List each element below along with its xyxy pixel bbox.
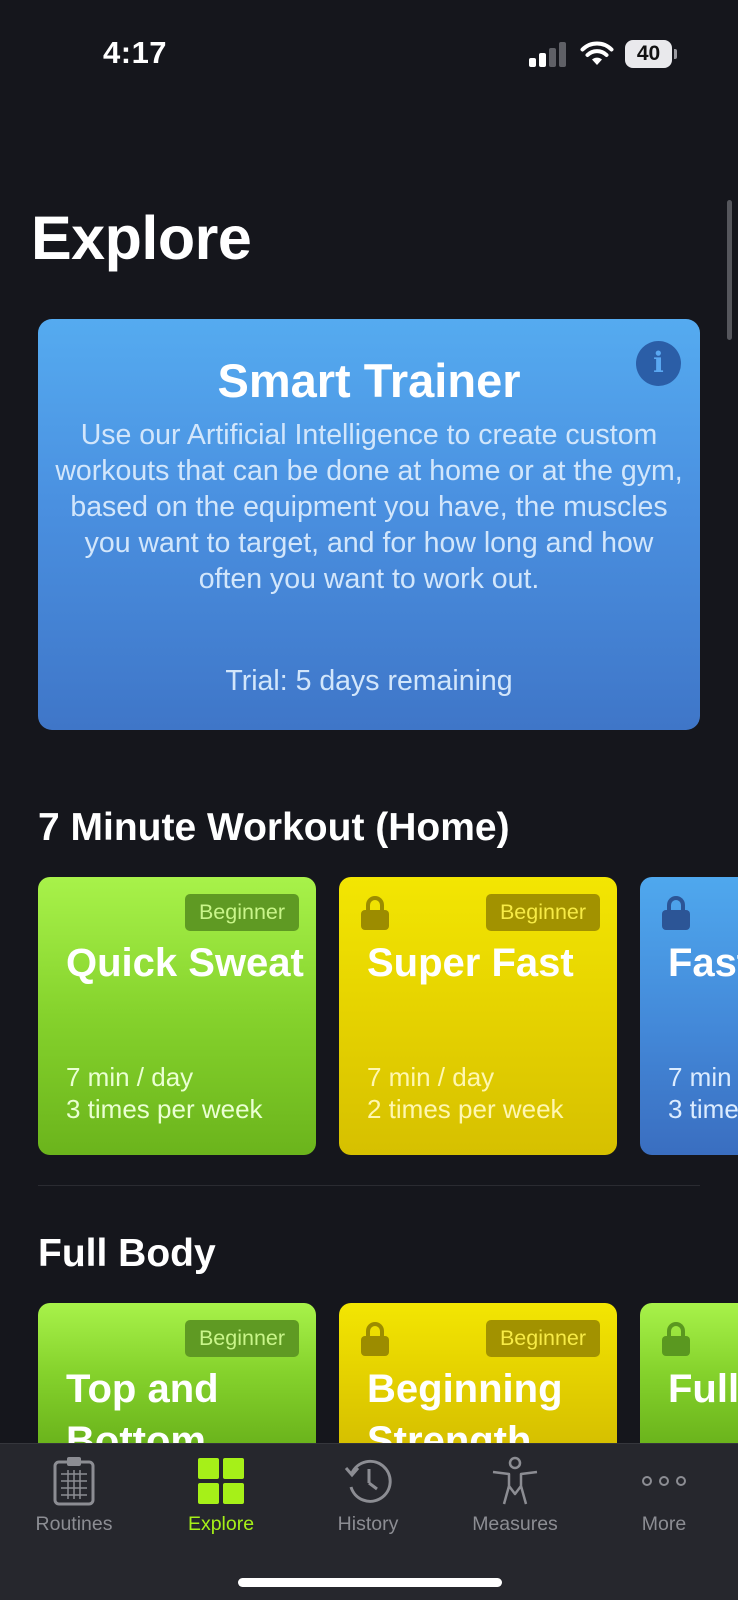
workout-card-super-fast[interactable]: Beginner Super Fast 7 min / day 2 times … xyxy=(339,877,617,1155)
body-figure-icon xyxy=(492,1456,538,1505)
signal-icon xyxy=(529,41,567,67)
workout-frequency: 2 times per week xyxy=(367,1094,564,1124)
tab-label: Explore xyxy=(187,1513,255,1535)
scroll-indicator[interactable] xyxy=(727,200,732,340)
status-time: 4:17 xyxy=(103,35,168,70)
workout-title: Full xyxy=(668,1367,738,1411)
smart-trainer-description: Use our Artificial Intelligence to creat… xyxy=(55,419,683,595)
ellipsis-icon xyxy=(642,1476,686,1486)
battery-level: 40 xyxy=(625,40,672,68)
clock-history-icon xyxy=(344,1459,392,1503)
workout-card-full[interactable]: Full xyxy=(640,1303,738,1443)
lock-icon xyxy=(662,896,690,930)
workout-schedule: 7 min / day 2 times per week xyxy=(367,1061,564,1125)
home-indicator[interactable] xyxy=(238,1578,502,1587)
tab-history[interactable]: History xyxy=(294,1444,442,1554)
tab-label: History xyxy=(337,1513,399,1535)
workout-title: Quick Sweat xyxy=(66,941,304,985)
workout-duration: 7 min / day xyxy=(668,1062,738,1092)
tab-label: Measures xyxy=(472,1513,558,1535)
workout-title: Beginning Strength xyxy=(367,1367,563,1443)
grid-icon xyxy=(198,1458,244,1504)
smart-trainer-title: Smart Trainer xyxy=(217,354,521,407)
tab-bar: Routines Explore History Measures More xyxy=(0,1443,738,1600)
workout-title: Fast Intense xyxy=(668,941,738,985)
section-title-full-body: Full Body xyxy=(38,1232,216,1275)
tab-explore[interactable]: Explore xyxy=(147,1444,295,1554)
battery-icon: 40 xyxy=(625,40,677,68)
wifi-icon xyxy=(580,41,614,65)
tab-more[interactable]: More xyxy=(590,1444,738,1554)
workout-title: Super Fast xyxy=(367,941,574,985)
smart-trainer-card[interactable]: Smart Trainer Use our Artificial Intelli… xyxy=(38,319,700,730)
status-bar: 4:17 40 xyxy=(0,0,738,110)
level-badge: Beginner xyxy=(486,1320,600,1357)
tab-measures[interactable]: Measures xyxy=(441,1444,589,1554)
page-title: Explore xyxy=(31,204,252,272)
lock-icon xyxy=(361,1322,389,1356)
tab-label: More xyxy=(641,1513,687,1535)
tab-routines[interactable]: Routines xyxy=(0,1444,148,1554)
workout-duration: 7 min / day xyxy=(367,1062,495,1092)
section-divider xyxy=(38,1185,700,1186)
tab-label: Routines xyxy=(35,1513,113,1535)
workout-frequency: 3 times per week xyxy=(66,1094,263,1124)
lock-icon xyxy=(361,896,389,930)
workout-schedule: 7 min / day 3 times per week xyxy=(66,1061,263,1125)
workout-card-top-and-bottom[interactable]: Beginner Top and Bottom xyxy=(38,1303,316,1443)
workout-duration: 7 min / day xyxy=(66,1062,194,1092)
section-title-7-minute-workout: 7 Minute Workout (Home) xyxy=(38,806,510,849)
level-badge: Beginner xyxy=(185,1320,299,1357)
level-badge: Beginner xyxy=(486,894,600,931)
workout-card-beginning-strength[interactable]: Beginner Beginning Strength xyxy=(339,1303,617,1443)
clipboard-icon xyxy=(53,1457,95,1506)
workout-title: Top and Bottom xyxy=(66,1367,219,1443)
level-badge: Beginner xyxy=(185,894,299,931)
workout-frequency: 3 times per week xyxy=(668,1094,738,1124)
info-icon[interactable]: i xyxy=(636,341,681,386)
workout-card-fast-intense[interactable]: Fast Intense 7 min / day 3 times per wee… xyxy=(640,877,738,1155)
workout-schedule: 7 min / day 3 times per week xyxy=(668,1061,738,1125)
workout-card-quick-sweat[interactable]: Beginner Quick Sweat 7 min / day 3 times… xyxy=(38,877,316,1155)
trial-status: Trial: 5 days remaining xyxy=(225,665,513,697)
lock-icon xyxy=(662,1322,690,1356)
